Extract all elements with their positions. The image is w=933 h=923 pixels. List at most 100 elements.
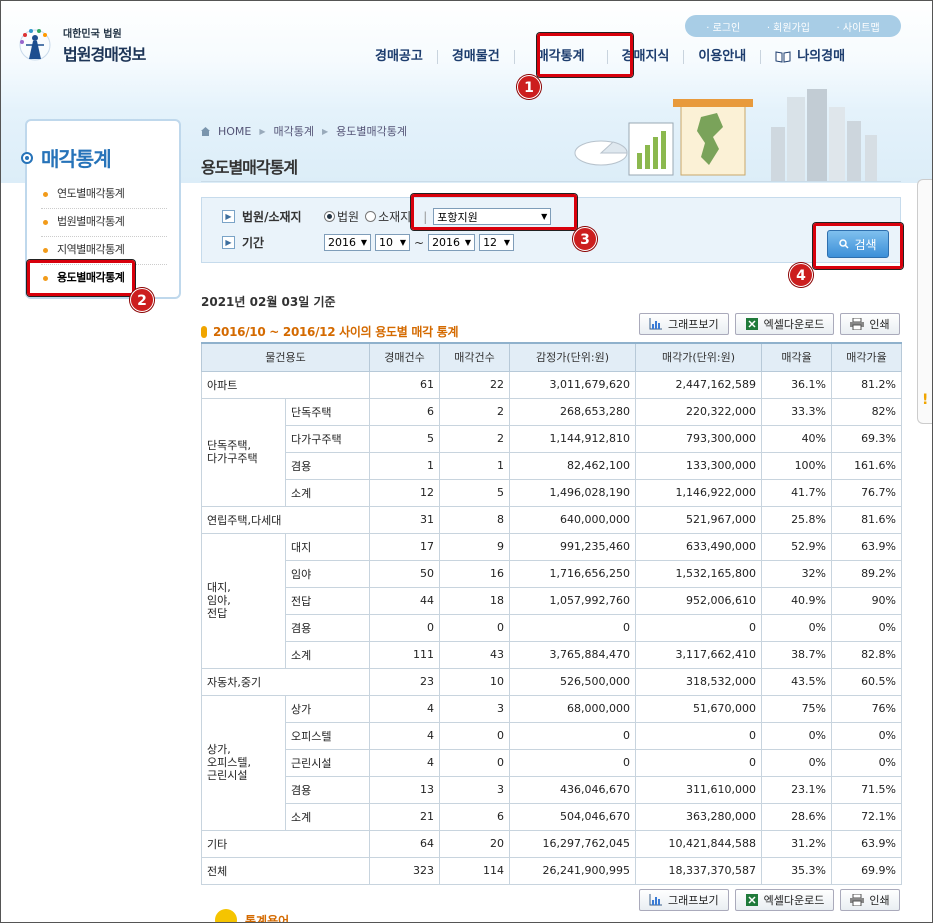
chevron-down-icon: ▼: [503, 238, 511, 247]
statistics-illustration: [574, 89, 877, 181]
cell-appraisal: 1,716,656,250: [509, 559, 637, 588]
side-item-court[interactable]: 법원별매각통계: [41, 209, 167, 237]
cell-usage-sub: 소계: [284, 640, 371, 669]
graph-view-button[interactable]: 그래프보기: [639, 313, 729, 335]
cell-appraisal: 268,653,280: [509, 397, 637, 426]
cell-auction-count: 50: [369, 559, 441, 588]
cell-sale-rate: 43.5%: [761, 667, 833, 696]
to-month-value: 12: [483, 236, 498, 249]
table-row: 오피스텔 4 0 0 0 0% 0%: [202, 721, 903, 750]
cell-auction-count: 13: [369, 775, 441, 804]
annotation-box-search: [813, 223, 903, 269]
cell-sale-rate: 38.7%: [761, 640, 833, 669]
radio-checked-icon: [324, 211, 335, 222]
nav-auction-items[interactable]: 경매물건: [436, 50, 514, 64]
cell-usage-sub: 오피스텔: [284, 721, 371, 750]
to-month-select[interactable]: 12 ▼: [479, 234, 515, 251]
cell-appraisal: 0: [509, 613, 637, 642]
cell-price-rate: 0%: [831, 748, 903, 777]
date-basis: 2021년 02월 03일 기준: [201, 295, 336, 309]
cell-usage: 자동차,중기: [200, 667, 371, 696]
table-row: 임야 50 16 1,716,656,250 1,532,165,800 32% 89.2%: [202, 559, 903, 588]
header-price-rate: 매각가율: [831, 342, 903, 372]
print-button[interactable]: 인쇄: [840, 313, 900, 335]
cell-sale-rate: 40.9%: [761, 586, 833, 615]
cell-usage-sub: 근린시설: [284, 748, 371, 777]
breadcrumb-current[interactable]: 용도별매각통계: [336, 123, 407, 139]
sitemap-link[interactable]: 사이트맵: [837, 19, 880, 34]
table-row: 전체 323 114 26,241,900,995 18,337,370,587 35.3…: [200, 856, 903, 885]
site-logo[interactable]: 대한민국 법원 법원경매정보: [17, 25, 177, 67]
header-sale-price: 매각가(단위:원): [635, 342, 763, 372]
nav-my-auction[interactable]: 나의경매: [760, 50, 859, 64]
terms-link[interactable]: 통계용어: [215, 909, 289, 922]
cell-sale-count: 0: [439, 613, 511, 642]
browser-page: 대한민국 법원 법원경매정보 로그인 회원가입 사이트맵 경매공고 경매물건 매…: [0, 0, 933, 923]
chevron-down-icon: ▼: [399, 238, 406, 247]
excel-download-label: 엑셀다운로드: [763, 894, 825, 907]
nav-usage-guide[interactable]: 이용안내: [683, 50, 760, 64]
excel-download-button[interactable]: 엑셀다운로드: [734, 889, 835, 911]
printer-icon: [850, 318, 865, 330]
from-month-select[interactable]: 10 ▼: [375, 234, 410, 251]
cell-sale-price: 51,670,000: [635, 694, 763, 723]
print-button[interactable]: 인쇄: [840, 889, 900, 911]
cell-sale-price: 220,322,000: [635, 397, 763, 426]
to-year-select[interactable]: 2016 ▼: [428, 234, 476, 251]
cell-sale-count: 18: [439, 586, 511, 615]
cell-sale-rate: 36.1%: [761, 370, 833, 399]
cell-appraisal: 436,046,670: [509, 775, 637, 804]
side-floating-panel[interactable]: !: [917, 179, 932, 424]
cell-sale-count: 0: [439, 721, 511, 750]
nav-auction-notice[interactable]: 경매공고: [361, 50, 437, 64]
chevron-down-icon: ▼: [464, 238, 472, 247]
side-item-yearly[interactable]: 연도별매각통계: [41, 181, 167, 209]
login-link[interactable]: 로그인: [706, 19, 741, 34]
cell-auction-count: 17: [369, 532, 441, 561]
cell-price-rate: 0%: [831, 613, 903, 642]
cell-price-rate: 90%: [831, 586, 903, 615]
cell-sale-count: 22: [439, 370, 511, 399]
side-menu-title-text: 매각통계: [41, 147, 112, 171]
graph-view-label: 그래프보기: [668, 894, 719, 907]
print-label: 인쇄: [869, 318, 890, 331]
period-row: ▶ 기간 2016 ▼ 10 ▼ ~ 2016 ▼ 12 ▼: [222, 234, 515, 251]
cell-sale-count: 114: [439, 856, 511, 885]
breadcrumb-statistics[interactable]: 매각통계: [274, 123, 314, 139]
radio-location[interactable]: 소재지: [365, 208, 411, 225]
cell-auction-count: 1: [369, 451, 441, 480]
cell-auction-count: 323: [369, 856, 441, 885]
graph-view-button[interactable]: 그래프보기: [639, 889, 729, 911]
cell-sale-price: 3,117,662,410: [635, 640, 763, 669]
excel-download-button[interactable]: 엑셀다운로드: [734, 313, 835, 335]
breadcrumb-home[interactable]: HOME: [218, 125, 251, 138]
cell-auction-count: 6: [369, 397, 441, 426]
period-label: 기간: [242, 236, 265, 250]
cell-price-rate: 0%: [831, 721, 903, 750]
section-bullet-icon: [201, 325, 207, 338]
header-usage: 물건용도: [200, 342, 371, 372]
from-year-select[interactable]: 2016 ▼: [324, 234, 371, 251]
signup-link[interactable]: 회원가입: [767, 19, 810, 34]
radio-court[interactable]: 법원: [324, 208, 359, 225]
cell-usage: 기타: [200, 829, 371, 858]
logo-subtitle: 대한민국 법원: [63, 29, 122, 40]
court-logo-icon: [19, 29, 51, 61]
cell-sale-price: 318,532,000: [635, 667, 763, 696]
cell-sale-rate: 0%: [761, 721, 833, 750]
cell-price-rate: 69.9%: [831, 856, 903, 885]
table-row: 대지, 임야, 전답 대지 17 9 991,235,460 633,490,000 52.…: [201, 532, 903, 669]
cell-sale-price: 2,447,162,589: [635, 370, 763, 399]
cell-auction-count: 12: [369, 478, 441, 507]
cell-usage-sub: 겸용: [284, 775, 371, 804]
cell-sale-count: 9: [439, 532, 511, 561]
court-label: 법원/소재지: [242, 210, 302, 224]
side-menu-title: 매각통계: [21, 143, 112, 172]
annotation-box-nav: [537, 33, 633, 77]
excel-icon: [745, 894, 758, 906]
cell-sale-price: 311,610,000: [635, 775, 763, 804]
cell-usage-sub: 다가구주택: [284, 424, 371, 453]
bullet-icon: [21, 151, 33, 164]
table-header-row: 물건용도 경매건수 매각건수 감정가(단위:원) 매각가(단위:원) 매각율 매…: [200, 342, 903, 372]
cell-usage-sub: 상가: [284, 694, 371, 723]
